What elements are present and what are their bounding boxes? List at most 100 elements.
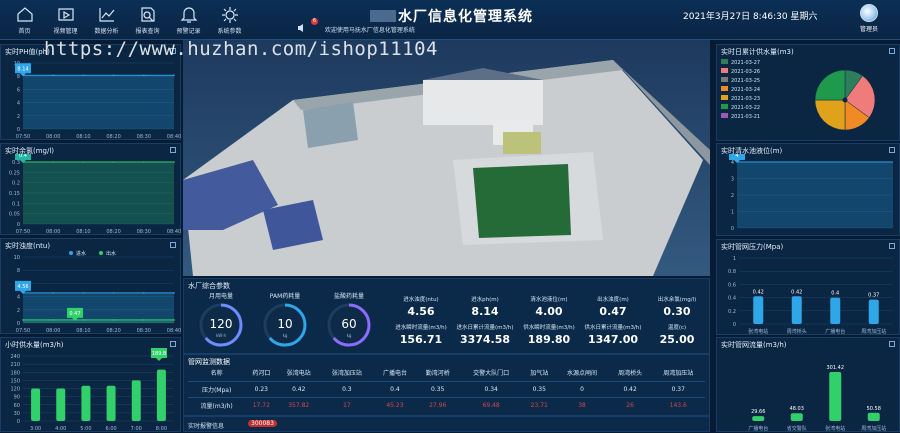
plant-3d-view[interactable] (183, 40, 710, 276)
table-cell: 0.3 (342, 385, 352, 393)
nav-label: 视频管理 (53, 28, 78, 35)
y-tick: 0 (17, 321, 20, 327)
hourly-chart: 0 30 60 90 120 150 180 210 240 3:00 4:00 5:00 6:00 7:… (10, 348, 174, 432)
legend-label: 2021-03-25 (731, 78, 760, 84)
gauge-unit: kW·h (216, 333, 227, 338)
param-label: 清水池液位(m) (530, 297, 568, 303)
x-tick: 08:20 (106, 328, 120, 334)
plant-illustration (183, 60, 710, 276)
table-cell: 加气站 (530, 370, 549, 378)
param-label: 温度(c) (667, 325, 687, 331)
expand-icon[interactable] (889, 341, 895, 347)
datetime: 2021年3月27日 8:46:30 星期六 (683, 12, 818, 22)
expand-icon[interactable] (889, 48, 895, 54)
data-point (52, 292, 54, 294)
panel-pipeflow: 实时管网流量(m3/h) 广播电台 29.66 省交警队 48.03 张湾电站 301.4… (716, 337, 900, 432)
x-tick: 周湾桥头 (787, 328, 807, 335)
x-tick: 07:50 (16, 134, 30, 140)
x-tick: 4:00 (55, 426, 66, 432)
data-point (82, 74, 85, 77)
notice[interactable]: 6 欢迎使用马抚水厂信息化管理系统 (297, 18, 415, 34)
pipe-table: 名称 药河口 张湾电站 张湾加压站 广播电台 勤湾河桥 交警大队门口 加气站 水源点闸间 周湾桥头… (188, 365, 705, 413)
expand-icon[interactable] (889, 243, 895, 249)
param-value: 4.00 (535, 305, 563, 318)
y-tick: 8 (17, 268, 20, 274)
param-item: 出水浊度(m) 0.47 (581, 295, 645, 318)
table-cell: 水源点闸间 (567, 370, 598, 378)
data-point (112, 319, 115, 321)
nav-item-1[interactable]: 视频管理 (45, 6, 86, 35)
param-label: 进水日累计流量(m3/h) (456, 325, 514, 331)
avatar (860, 4, 878, 22)
y-tick: 240 (10, 354, 20, 360)
table-cell: 张湾加压站 (331, 370, 362, 378)
marker-label: 189.8 (152, 351, 166, 357)
param-value: 25.00 (659, 333, 695, 346)
y-tick: 0.3 (12, 160, 20, 166)
expand-icon[interactable] (170, 341, 176, 347)
y-tick: 0.4 (728, 296, 736, 302)
y-tick: 0 (731, 226, 734, 232)
table-cell: 药河口 (252, 370, 271, 378)
report-icon (140, 7, 155, 22)
table-cell: 0.35 (431, 385, 445, 393)
bar-label: 0.42 (753, 289, 764, 295)
bar-label: 0.37 (868, 293, 879, 299)
y-tick: 180 (10, 370, 20, 376)
legend-label: 2021-03-21 (731, 114, 760, 120)
data-point (112, 161, 115, 163)
series-area (23, 292, 174, 323)
table-cell: 0.42 (292, 385, 306, 393)
page-title: 水厂信息化管理系统 (370, 6, 533, 26)
bar-label: 48.03 (790, 406, 804, 412)
table-cell: 交警大队门口 (473, 370, 510, 378)
panel-level: 实时清水池液位(m) 012344 (716, 143, 900, 236)
data-point (143, 161, 145, 163)
y-tick: 0.1 (12, 201, 20, 207)
x-tick: 省交警队 (787, 425, 807, 432)
x-tick: 07:50 (16, 328, 30, 334)
y-tick: 10 (14, 255, 20, 261)
x-tick: 8:00 (156, 426, 167, 432)
daily-pie-chart: 2021-03-27 2021-03-26 2021-03-25 2021-03-24… (721, 59, 876, 131)
user-menu[interactable]: 管理员 (846, 4, 892, 33)
chart-icon (98, 8, 114, 22)
bar-label: 50.58 (867, 406, 881, 412)
x-tick: 5:00 (80, 426, 91, 432)
nav-item-0[interactable]: 首页 (4, 6, 45, 35)
expand-icon[interactable] (170, 242, 176, 248)
data-point (82, 292, 85, 294)
y-tick: 0 (733, 322, 736, 328)
bar (867, 412, 880, 421)
table-cell: 广播电台 (382, 370, 407, 378)
nav-item-4[interactable]: 预警记录 (168, 6, 209, 35)
param-label: 进水浊度(ntu) (403, 297, 439, 303)
marker-label: 0.47 (69, 311, 80, 317)
alarm-bar[interactable]: 实时报警信息 300083 (183, 416, 710, 432)
x-tick: 08:10 (76, 134, 90, 140)
legend-label: 2021-03-22 (731, 105, 760, 111)
table-cell: 名称 (210, 370, 223, 378)
data-point (82, 319, 85, 321)
param-value: 3374.58 (459, 333, 511, 346)
expand-icon[interactable] (889, 147, 895, 153)
table-row: 名称 药河口 张湾电站 张湾加压站 广播电台 勤湾河桥 交警大队门口 加气站 水源点闸间 周湾桥头… (188, 365, 705, 381)
panel-chlorine: 实时余氯(mg/l) 0 0.05 0.1 0.15 0.2 0.25 0.3 07:50 08… (0, 143, 181, 235)
table-cell: 周湾加压站 (663, 370, 694, 378)
table-cell: 17 (343, 401, 351, 409)
bar (31, 388, 41, 421)
nav-item-3[interactable]: 报表查询 (127, 6, 168, 35)
x-tick: 广播电台 (748, 425, 768, 432)
bar (56, 388, 66, 421)
nav-item-2[interactable]: 数据分析 (86, 6, 127, 35)
video-icon (57, 8, 74, 21)
expand-icon[interactable] (170, 147, 176, 153)
gauge-ring: 120 kW·h (199, 303, 243, 347)
y-tick: 0.15 (9, 191, 20, 197)
legend-swatch (721, 77, 728, 82)
nav-item-5[interactable]: 系统参数 (209, 6, 250, 35)
legend-swatch (69, 251, 73, 255)
table-cell: 0.4 (390, 385, 400, 393)
y-tick: 1 (731, 210, 734, 216)
bar-label: 301.42 (827, 365, 845, 371)
